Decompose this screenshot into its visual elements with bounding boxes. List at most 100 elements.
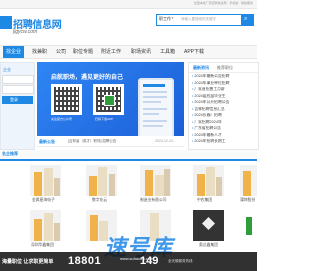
- hero-banner[interactable]: 启航职场，遇见更好的自己 关注官方公众号 扫码下载APP: [37, 62, 184, 136]
- company-logo-icon: [202, 217, 215, 230]
- building-graphic: [216, 177, 222, 196]
- tab-latest-news[interactable]: 最新资讯: [193, 65, 209, 71]
- app-qr-code: [93, 84, 124, 115]
- news-item[interactable]: 2024年最新公告招聘: [192, 74, 256, 79]
- hotline-number[interactable]: 18801: [68, 255, 101, 267]
- featured-companies-header: 名企推荐: [0, 150, 257, 161]
- nav-item-4[interactable]: 附近工作: [101, 48, 121, 55]
- news-item[interactable]: 2024年招聘长期工: [192, 139, 256, 144]
- phone-row: [143, 108, 167, 110]
- building-graphic: [155, 175, 164, 196]
- company-card[interactable]: [240, 165, 257, 196]
- news-item[interactable]: 2024年事业单位招聘: [192, 81, 256, 86]
- nav-item-7[interactable]: APP下载: [184, 48, 204, 55]
- banner-title: 启航职场，遇见更好的自己: [51, 75, 124, 81]
- wechat-qr-code: [51, 84, 82, 115]
- building-graphic: [54, 223, 60, 241]
- tab-recommended-jobs[interactable]: 推荐职位: [217, 65, 233, 71]
- news-item[interactable]: 2024年公开招聘公告: [192, 100, 256, 105]
- company-card[interactable]: [86, 165, 117, 196]
- company-card[interactable]: [140, 165, 171, 196]
- phone-row: [143, 101, 161, 103]
- login-panel: 企业 登录: [0, 62, 35, 150]
- nav-item-2[interactable]: 公司: [56, 48, 66, 55]
- nav-item-0[interactable]: 找企业: [3, 46, 25, 58]
- phone-row: [143, 113, 159, 115]
- company-card[interactable]: [193, 210, 224, 241]
- nav-item-6[interactable]: 工具箱: [160, 48, 175, 55]
- search-box: 职工作 ▼ 请输入要搜索的关键字 ⌕: [156, 14, 254, 26]
- company-card[interactable]: [240, 210, 257, 241]
- news-item[interactable]: 厂家招聘2024年: [192, 120, 256, 125]
- building-graphic: [206, 167, 215, 196]
- site-logo-icon[interactable]: [0, 16, 12, 29]
- search-category-select[interactable]: 职工作: [159, 16, 171, 22]
- announcement-bar: 最新公告 [吉林省（英才）职场] 招聘公告 2024-12-24: [37, 137, 184, 147]
- qr-caption-2: 扫码下载APP: [95, 117, 114, 121]
- qr-pattern: [54, 87, 79, 112]
- announcement-link[interactable]: [吉林省（英才）职场] 招聘公告: [68, 139, 116, 144]
- news-item[interactable]: 2024年最新人才: [192, 133, 256, 138]
- search-icon: ⌕: [244, 16, 248, 22]
- building-graphic: [90, 215, 98, 241]
- site-logo-url: jlgycw.com: [13, 29, 38, 35]
- news-item[interactable]: 厂家直招普工月薪: [192, 87, 256, 92]
- watermark-url: www.suhaoku.com: [120, 256, 154, 261]
- qr-caption-1: 关注官方公众号: [51, 117, 73, 121]
- news-item[interactable]: 吉林招聘信息汇总: [192, 107, 256, 112]
- building-graphic: [44, 213, 53, 241]
- company-name[interactable]: 蒲坤股份: [240, 198, 255, 203]
- search-button[interactable]: ⌕: [241, 15, 253, 25]
- phone-row: [143, 96, 167, 98]
- password-field[interactable]: [2, 85, 34, 94]
- login-button[interactable]: 登录: [2, 96, 33, 104]
- nav-item-1[interactable]: 找兼职: [32, 48, 47, 55]
- news-item[interactable]: 广东省招聘公告: [192, 126, 256, 131]
- building-graphic: [98, 167, 107, 196]
- company-logo-icon: [246, 217, 252, 235]
- hotline-label: 海量职位 让求职更简单: [2, 259, 54, 265]
- nav-item-5[interactable]: 职场资讯: [131, 48, 151, 55]
- building-graphic: [34, 172, 42, 196]
- company-name[interactable]: 中农集团: [197, 198, 212, 203]
- company-name[interactable]: 制造业有限公司: [140, 198, 167, 203]
- search-input[interactable]: 请输入要搜索的关键字: [181, 17, 216, 22]
- news-item[interactable]: 2024届应届毕业生: [192, 94, 256, 99]
- building-graphic: [109, 174, 115, 196]
- login-button-label: 登录: [10, 97, 18, 102]
- section-title: 名企推荐: [2, 151, 18, 156]
- top-bar: 全国本地厂家招聘信息网 · 手机版 · 微信服务: [0, 0, 257, 9]
- login-panel-label: 企业: [3, 67, 11, 72]
- building-graphic: [164, 169, 170, 196]
- app-logo-icon: [104, 95, 115, 106]
- building-graphic: [89, 176, 97, 196]
- company-name[interactable]: 深圳华鑫集团: [31, 243, 54, 248]
- phone-header-bar: [143, 84, 165, 87]
- building-graphic: [197, 174, 205, 196]
- hotline-note: 全天候服务热线: [168, 259, 193, 263]
- company-name[interactable]: 奥达鑫集团: [199, 243, 218, 248]
- building-graphic: [44, 168, 53, 196]
- phone-row: [143, 91, 167, 93]
- news-panel-tabs: 最新资讯 推荐职位: [189, 63, 258, 73]
- phone-row: [143, 125, 163, 127]
- username-field[interactable]: [2, 75, 34, 84]
- main-nav: 找企业 找兼职 公司 职位专题 附近工作 职场资讯 工具箱 APP下载: [0, 45, 257, 59]
- nav-item-3[interactable]: 职位专题: [73, 48, 93, 55]
- building-graphic: [145, 170, 153, 196]
- chevron-down-icon[interactable]: ▼: [171, 16, 174, 20]
- company-name[interactable]: 金属星海电子: [32, 198, 55, 203]
- building-graphic: [243, 171, 251, 196]
- company-card[interactable]: [193, 165, 224, 196]
- news-item[interactable]: 2024长春厂招聘: [192, 113, 256, 118]
- building-graphic: [34, 219, 42, 241]
- carousel-dots[interactable]: [149, 128, 169, 131]
- company-name[interactable]: 数字化云: [92, 198, 107, 203]
- company-card[interactable]: [30, 210, 61, 241]
- top-bar-text[interactable]: 全国本地厂家招聘信息网 · 手机版 · 微信服务: [194, 1, 253, 5]
- bottom-hotline-bar: 海量职位 让求职更简单 18801 149 全天候服务热线: [0, 252, 257, 271]
- company-card[interactable]: [30, 165, 61, 196]
- phone-row: [143, 120, 167, 122]
- news-panel: 最新资讯 推荐职位 2024年最新公告招聘 2024年事业单位招聘 厂家直招普工…: [188, 62, 259, 150]
- announcement-date: 2024-12-24: [155, 139, 173, 143]
